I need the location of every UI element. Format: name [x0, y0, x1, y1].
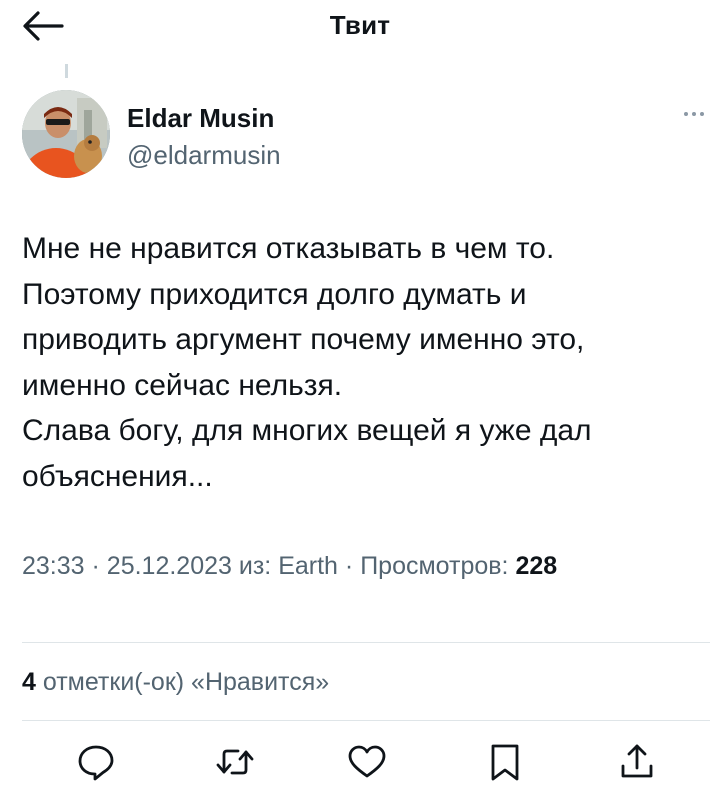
thread-connector [65, 64, 68, 78]
tweet-line: Поэтому приходится долго думать и [22, 277, 527, 311]
author-name[interactable]: Eldar Musin [127, 103, 274, 134]
views-label: Просмотров: [360, 552, 509, 580]
views-count: 228 [515, 552, 558, 580]
tweet-line: Мне не нравится отказывать в чем то. [22, 232, 555, 265]
retweet-button[interactable] [213, 740, 257, 784]
heart-icon [348, 745, 386, 778]
tweet-source: Earth [278, 552, 338, 580]
avatar-photo [22, 90, 110, 178]
tweet-meta: 23:33 · 25.12.2023 из: Earth · Просмотро… [22, 552, 557, 581]
retweet-icon [216, 749, 254, 775]
bookmark-button[interactable] [483, 740, 527, 784]
like-button[interactable] [345, 740, 389, 784]
likes-row[interactable]: 4 отметки(-ок) «Нравится» [22, 668, 329, 697]
divider [22, 642, 710, 643]
tweet-text: Мне не нравится отказывать в чем то. Поэ… [22, 226, 702, 499]
likes-count: 4 [22, 668, 36, 696]
bookmark-icon [491, 744, 519, 781]
likes-label: отметки(-ок) «Нравится» [42, 668, 330, 696]
divider [22, 720, 710, 721]
tweet-line: объяснения... [22, 459, 213, 493]
share-button[interactable] [615, 740, 659, 784]
more-options-button[interactable] [674, 104, 714, 124]
page-title: Твит [329, 10, 391, 40]
more-icon [684, 112, 704, 116]
tweet-line: приводить аргумент почему именно это, [22, 323, 585, 356]
tweet-time[interactable]: 23:33 [22, 552, 85, 580]
reply-button[interactable] [74, 740, 118, 784]
meta-separator: · [91, 552, 100, 580]
reply-icon [78, 745, 114, 781]
tweet-line: именно сейчас нельзя. [22, 368, 343, 402]
avatar[interactable] [22, 90, 110, 178]
author-handle[interactable]: @eldarmusin [127, 140, 281, 171]
tweet-date[interactable]: 25.12.2023 [107, 552, 232, 580]
share-icon [621, 744, 653, 778]
source-prefix: из: [238, 552, 272, 580]
meta-separator: · [344, 552, 354, 580]
tweet-line: Слава богу, для многих вещей я уже дал [22, 414, 592, 447]
header: Твит [0, 0, 720, 56]
